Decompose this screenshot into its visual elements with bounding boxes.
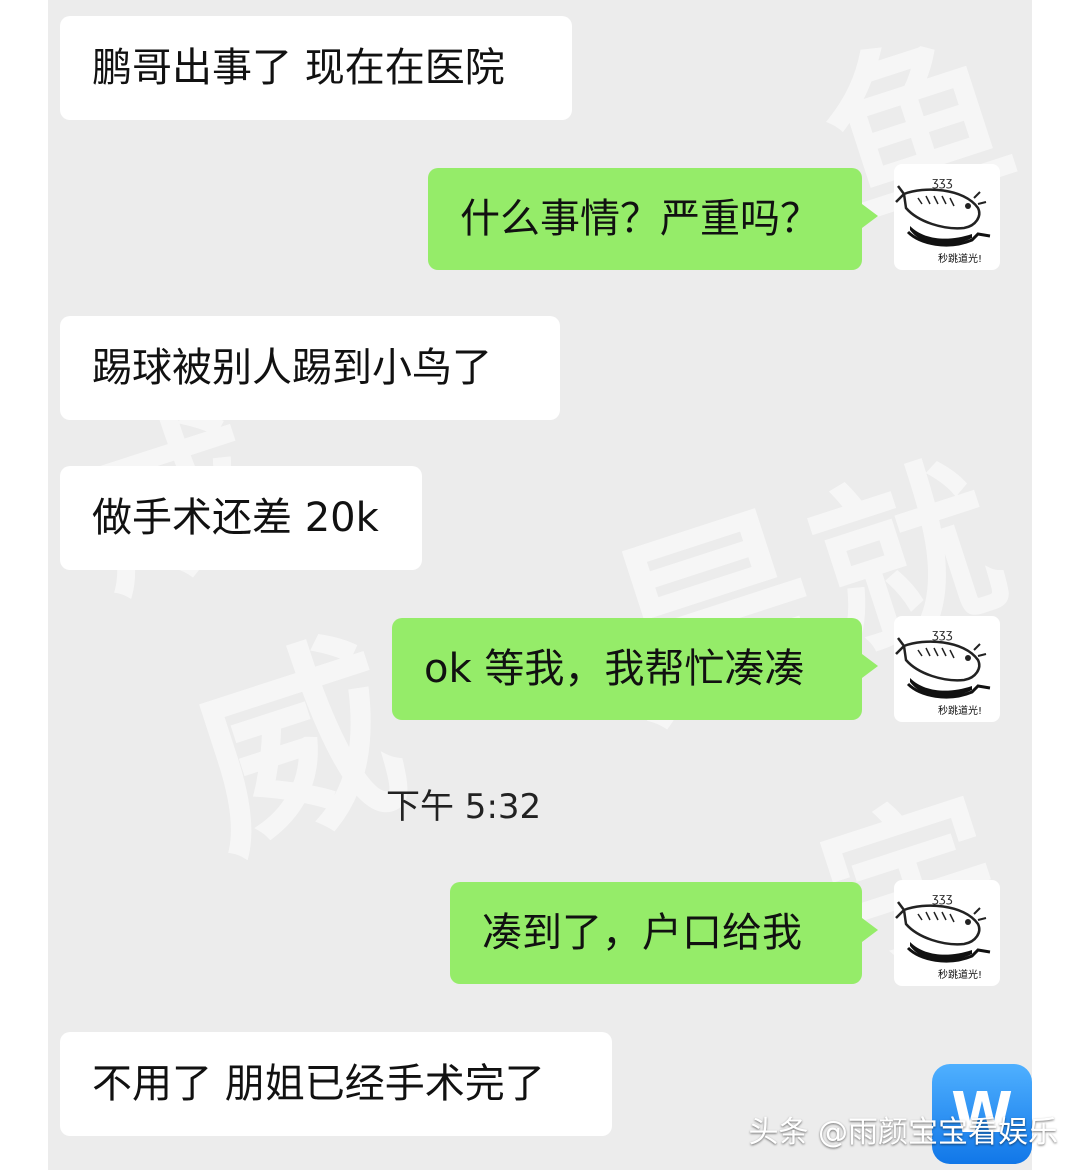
avatar-caption: 秒跳道光! — [938, 252, 982, 265]
watermark-char: 威 — [166, 607, 429, 892]
message-bubble-incoming[interactable]: 鹏哥出事了 现在在医院 — [60, 16, 572, 120]
message-bubble-outgoing[interactable]: 什么事情？严重吗？ — [428, 168, 878, 270]
avatar-caption: 秒跳道光! — [938, 704, 982, 717]
message-timestamp: 下午 5:32 — [386, 787, 542, 827]
message-bubble-incoming[interactable]: 不用了 朋姐已经手术完了 — [60, 1032, 612, 1136]
message-text: ok 等我，我帮忙凑凑 — [424, 646, 805, 692]
message-bubble-incoming[interactable]: 做手术还差 20k — [60, 466, 422, 570]
message-text: 鹏哥出事了 现在在医院 — [92, 45, 505, 91]
message-text: 不用了 朋姐已经手术完了 — [92, 1061, 545, 1107]
chat-panel: 就 是 威 宇 鱼 咸 鹏哥出事了 现在在医院 什么事情？严重吗？ ʒʒʒ 秒跳… — [48, 0, 1032, 1170]
message-text: 踢球被别人踢到小鸟了 — [92, 345, 492, 391]
message-text: 凑到了，户口给我 — [482, 910, 802, 956]
avatar-caption: 秒跳道光! — [938, 968, 982, 981]
message-text: 做手术还差 20k — [92, 495, 379, 541]
message-text: 什么事情？严重吗？ — [460, 196, 820, 242]
fish-in-wok-icon: ʒʒʒ 秒跳道光! — [895, 891, 991, 981]
user-avatar[interactable]: ʒʒʒ 秒跳道光! — [894, 164, 1000, 270]
fish-in-wok-icon: ʒʒʒ 秒跳道光! — [895, 175, 991, 265]
message-bubble-outgoing[interactable]: 凑到了，户口给我 — [450, 882, 878, 984]
svg-text:ʒʒʒ: ʒʒʒ — [932, 175, 953, 189]
svg-text:ʒʒʒ: ʒʒʒ — [932, 891, 953, 905]
user-avatar[interactable]: ʒʒʒ 秒跳道光! — [894, 616, 1000, 722]
svg-text:ʒʒʒ: ʒʒʒ — [932, 627, 953, 641]
fish-in-wok-icon: ʒʒʒ 秒跳道光! — [895, 627, 991, 717]
message-bubble-outgoing[interactable]: ok 等我，我帮忙凑凑 — [392, 618, 878, 720]
user-avatar[interactable]: ʒʒʒ 秒跳道光! — [894, 880, 1000, 986]
message-bubble-incoming[interactable]: 踢球被别人踢到小鸟了 — [60, 316, 560, 420]
source-caption: 头条 @雨颜宝宝看娱乐 — [748, 1115, 1058, 1150]
